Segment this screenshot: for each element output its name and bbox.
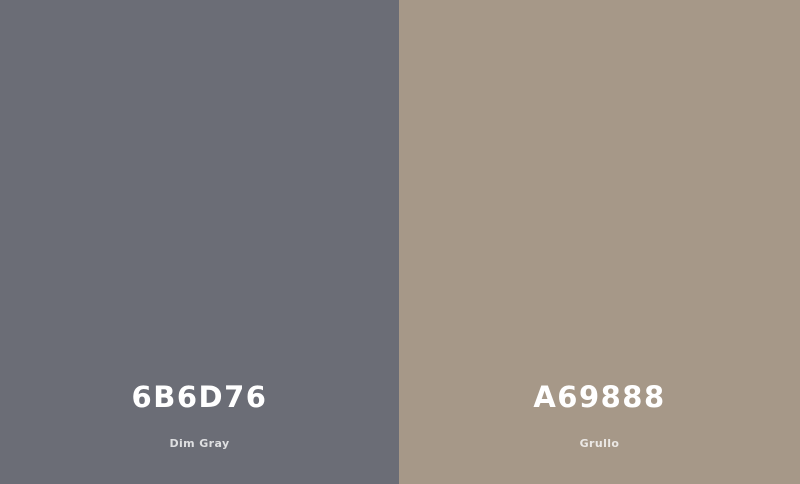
swatch-hex-code[interactable]: 6B6D76 bbox=[0, 380, 399, 414]
color-palette: 6B6D76 Dim Gray A69888 Grullo bbox=[0, 0, 800, 484]
swatch-color-name: Dim Gray bbox=[169, 437, 230, 450]
swatch-color-name: Grullo bbox=[579, 437, 620, 450]
swatch-hex-code[interactable]: A69888 bbox=[399, 380, 800, 414]
color-swatch-dim-gray[interactable]: 6B6D76 Dim Gray bbox=[0, 0, 399, 484]
color-swatch-grullo[interactable]: A69888 Grullo bbox=[399, 0, 800, 484]
